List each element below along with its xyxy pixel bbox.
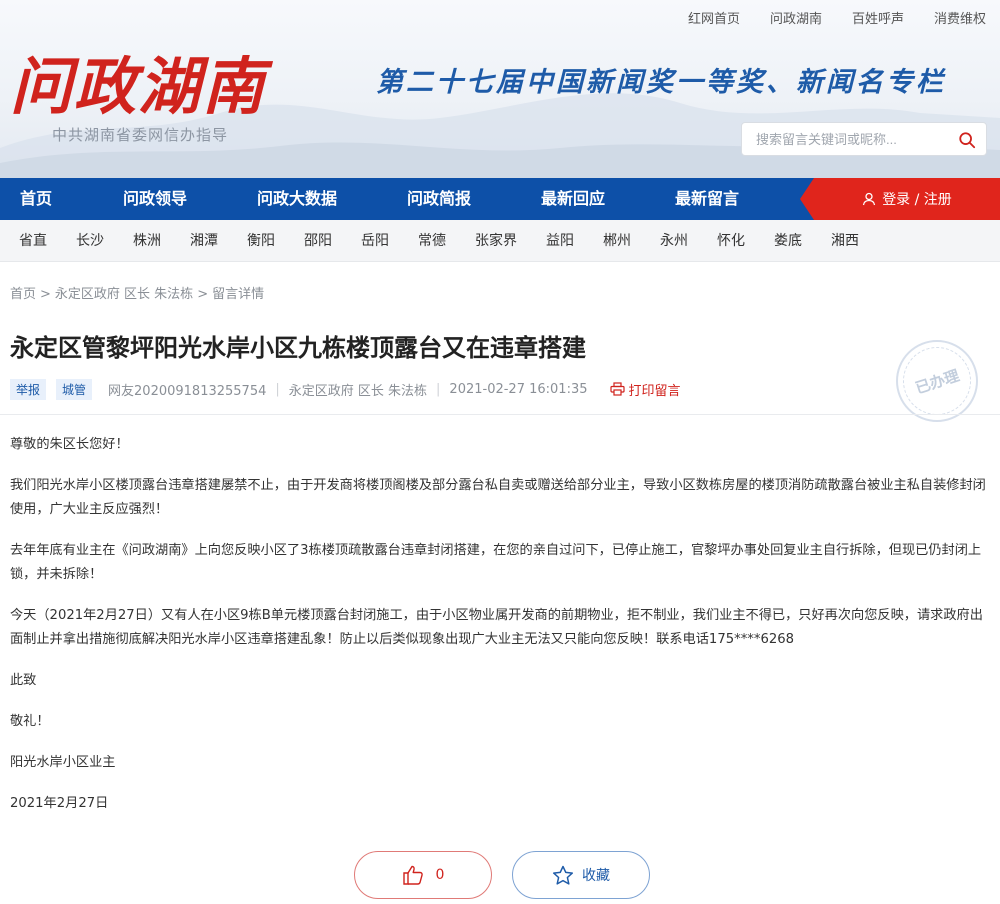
breadcrumb-separator: > — [197, 287, 209, 302]
printer-icon — [609, 382, 625, 396]
content-paragraph: 此致 — [10, 673, 37, 688]
nav-briefing[interactable]: 问政简报 — [407, 178, 471, 220]
content-paragraph: 尊敬的朱区长您好！ — [10, 437, 129, 452]
region-item-hengyang[interactable]: 衡阳 — [247, 220, 275, 262]
award-slogan: 第二十七届中国新闻奖一等奖、新闻名专栏 — [376, 67, 946, 98]
search-icon[interactable] — [958, 131, 976, 149]
region-item-xiangxi[interactable]: 湘西 — [831, 220, 859, 262]
content-paragraph: 2021年2月27日 — [10, 796, 109, 811]
region-item-yiyang[interactable]: 益阳 — [546, 220, 574, 262]
content-paragraph: 阳光水岸小区业主 — [10, 755, 116, 770]
nav-latest-messages[interactable]: 最新留言 — [675, 178, 739, 220]
post-title: 永定区管黎坪阳光水岸小区九栋楼顶露台又在违章搭建 — [10, 333, 586, 362]
region-nav: 省直 长沙 株洲 湘潭 衡阳 邵阳 岳阳 常德 张家界 益阳 郴州 永州 怀化 … — [0, 220, 1000, 262]
site-header: 红网首页 问政湖南 百姓呼声 消费维权 问政湖南 中共湖南省委网信办指导 第二十… — [0, 0, 1000, 178]
breadcrumb-separator: > — [40, 287, 51, 302]
breadcrumb-home[interactable]: 首页 — [10, 287, 36, 302]
like-count: 0 — [435, 867, 445, 883]
region-item-huaihua[interactable]: 怀化 — [717, 220, 745, 262]
print-label: 打印留言 — [628, 383, 681, 399]
status-stamp-text: 已办理 — [894, 338, 980, 424]
meta-divider: | — [275, 381, 280, 397]
user-icon — [863, 192, 876, 206]
search-box — [741, 122, 987, 156]
top-link-baixing-hushen[interactable]: 百姓呼声 — [852, 8, 904, 27]
print-button[interactable]: 打印留言 — [609, 380, 681, 399]
main-nav: 首页 问政领导 问政大数据 问政简报 最新回应 最新留言 登录 / 注册 — [0, 178, 1000, 220]
region-item-loudi[interactable]: 娄底 — [774, 220, 802, 262]
top-links: 红网首页 问政湖南 百姓呼声 消费维权 — [688, 8, 986, 27]
breadcrumb-department[interactable]: 永定区政府 区长 朱法栋 — [55, 287, 193, 302]
tag-urban-management[interactable]: 城管 — [56, 378, 93, 400]
favorite-label: 收藏 — [582, 868, 610, 884]
content-paragraph: 敬礼！ — [10, 714, 50, 729]
region-item-zhangjiajie[interactable]: 张家界 — [475, 220, 517, 262]
nav-home[interactable]: 首页 — [20, 178, 52, 220]
region-item-zhuzhou[interactable]: 株洲 — [133, 220, 161, 262]
content-paragraph: 我们阳光水岸小区楼顶露台违章搭建屡禁不止，由于开发商将楼顶阁楼及部分露台私自卖或… — [10, 478, 986, 517]
post-content: 尊敬的朱区长您好！ 我们阳光水岸小区楼顶露台违章搭建屡禁不止，由于开发商将楼顶阁… — [10, 433, 992, 833]
top-link-consumer-rights[interactable]: 消费维权 — [934, 8, 986, 27]
nav-leaders[interactable]: 问政领导 — [123, 178, 187, 220]
region-item-chenzhou[interactable]: 郴州 — [603, 220, 631, 262]
post-author: 网友2020091813255754 — [108, 383, 267, 399]
tag-report[interactable]: 举报 — [10, 378, 47, 400]
login-register-button[interactable]: 登录 / 注册 — [814, 178, 1000, 220]
region-item-changde[interactable]: 常德 — [418, 220, 446, 262]
post-meta: 举报 城管 网友2020091813255754 | 永定区政府 区长 朱法栋 … — [10, 378, 681, 400]
search-input[interactable] — [756, 131, 946, 147]
region-item-changsha[interactable]: 长沙 — [76, 220, 104, 262]
content-paragraph: 去年年底有业主在《问政湖南》上向您反映小区了3栋楼顶疏散露台违章封闭搭建，在您的… — [10, 543, 982, 582]
top-link-wenzheng-hunan[interactable]: 问政湖南 — [770, 8, 822, 27]
region-item-yongzhou[interactable]: 永州 — [660, 220, 688, 262]
site-logo[interactable]: 问政湖南 — [10, 36, 266, 126]
thumbs-up-icon — [402, 865, 423, 885]
top-link-rednet-home[interactable]: 红网首页 — [688, 8, 740, 27]
login-notch — [800, 178, 814, 220]
region-item-shaoyang[interactable]: 邵阳 — [304, 220, 332, 262]
content-paragraph: 今天（2021年2月27日）又有人在小区9栋B单元楼顶露台封闭施工，由于小区物业… — [10, 608, 983, 647]
like-button[interactable]: 0 — [354, 851, 492, 899]
meta-divider: | — [436, 381, 441, 397]
region-item-xiangtan[interactable]: 湘潭 — [190, 220, 218, 262]
logo-subtitle: 中共湖南省委网信办指导 — [52, 126, 229, 144]
star-icon — [552, 865, 574, 885]
breadcrumb: 首页 > 永定区政府 区长 朱法栋 > 留言详情 — [10, 283, 264, 302]
favorite-button[interactable]: 收藏 — [512, 851, 650, 899]
login-register-label: 登录 / 注册 — [882, 192, 952, 208]
divider — [0, 414, 1000, 415]
nav-latest-responses[interactable]: 最新回应 — [541, 178, 605, 220]
region-item-shengzhi[interactable]: 省直 — [19, 220, 47, 262]
status-stamp: 已办理 — [894, 338, 980, 424]
region-item-yueyang[interactable]: 岳阳 — [361, 220, 389, 262]
post-datetime: 2021-02-27 16:01:35 — [449, 381, 588, 397]
breadcrumb-current: 留言详情 — [212, 287, 265, 302]
post-target: 永定区政府 区长 朱法栋 — [288, 383, 428, 399]
nav-big-data[interactable]: 问政大数据 — [257, 178, 337, 220]
